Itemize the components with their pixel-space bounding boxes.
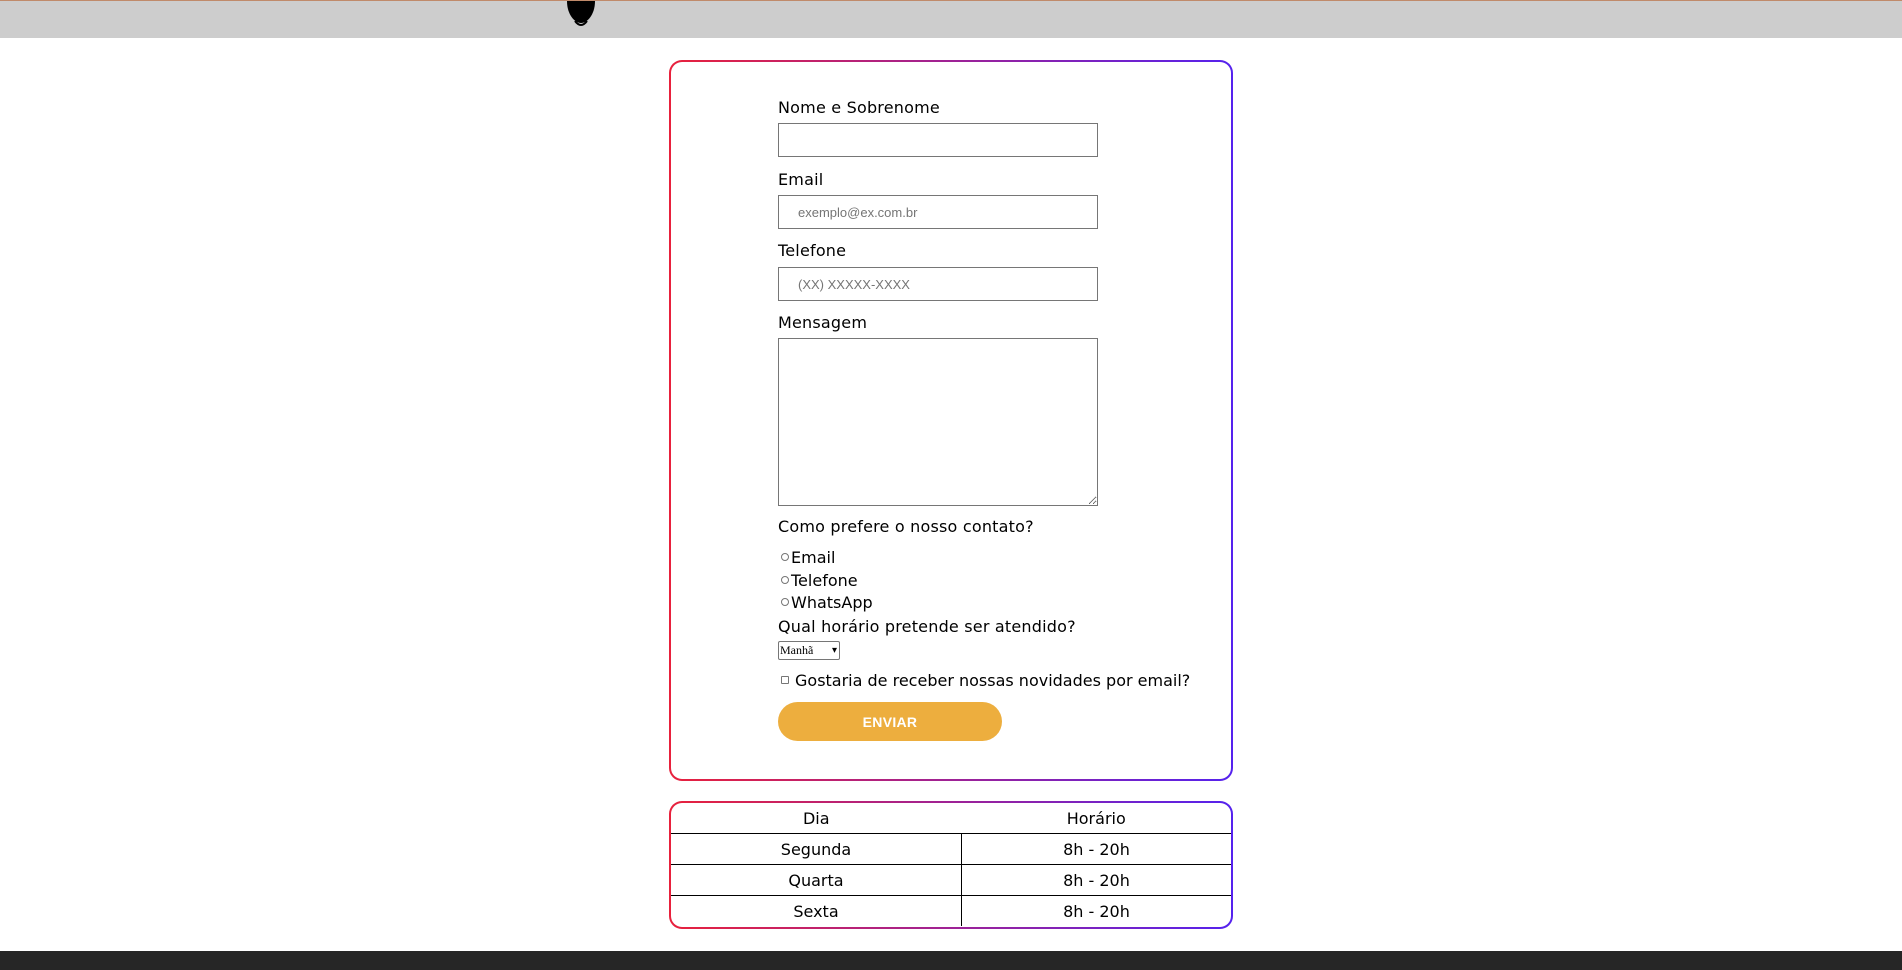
hours-cell: 8h - 20h [961,833,1231,865]
top-header [0,0,1902,38]
message-textarea[interactable] [778,338,1098,506]
message-label: Mensagem [778,313,868,332]
radio-option-email[interactable]: Email [778,547,835,567]
email-input[interactable] [778,195,1098,229]
radio-button[interactable] [781,598,789,606]
table-row: Segunda 8h - 20h [671,833,1231,865]
submit-button[interactable]: ENVIAR [778,702,1002,741]
radio-label-whatsapp: WhatsApp [791,592,873,612]
hours-cell: 8h - 20h [961,895,1231,926]
contact-form: Nome e Sobrenome Email Telefone Mensagem… [669,60,1233,781]
header-day: Dia [802,808,830,828]
day-cell: Segunda [671,833,962,865]
chevron-down-icon: ▾ [831,645,837,656]
hours-table-card: Dia Horário Segunda 8h - 20h Quarta 8h -… [669,801,1233,929]
time-select[interactable]: Manhã ▾ [778,641,840,660]
email-label: Email [778,170,824,189]
name-input[interactable] [778,123,1098,157]
hours-cell: 8h - 20h [961,864,1231,896]
table-row: Sexta 8h - 20h [671,895,1231,926]
time-question: Qual horário pretende ser atendido? [778,617,1076,636]
day-cell: Quarta [671,864,962,896]
logo-icon[interactable] [565,1,597,29]
radio-label-email: Email [791,547,836,567]
phone-label: Telefone [778,241,847,260]
phone-input[interactable] [778,267,1098,301]
newsletter-option[interactable]: Gostaria de receber nossas novidades por… [778,670,1190,690]
name-label: Nome e Sobrenome [778,98,940,117]
hours-table: Dia Horário Segunda 8h - 20h Quarta 8h -… [671,803,1231,926]
radio-option-whatsapp[interactable]: WhatsApp [778,592,873,612]
radio-label-telefone: Telefone [791,570,858,590]
contact-question: Como prefere o nosso contato? [778,517,1034,536]
footer [0,951,1902,970]
time-select-value: Manhã [780,643,814,657]
newsletter-label: Gostaria de receber nossas novidades por… [795,670,1191,690]
newsletter-checkbox[interactable] [781,676,789,684]
radio-button[interactable] [781,576,789,584]
day-cell: Sexta [671,895,962,926]
table-row: Quarta 8h - 20h [671,864,1231,896]
radio-option-telefone[interactable]: Telefone [778,570,858,590]
radio-button[interactable] [781,553,789,561]
header-hours: Horário [1066,808,1126,828]
table-header-row: Dia Horário [671,803,1231,834]
